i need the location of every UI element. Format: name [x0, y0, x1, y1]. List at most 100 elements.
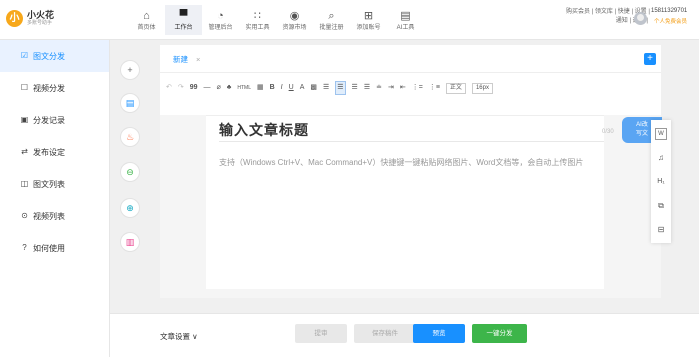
sidebar-item-publish-settings[interactable]: ⇄ 发布设定: [0, 136, 109, 168]
sidebar-item-article-list[interactable]: ◫ 图文列表: [0, 168, 109, 200]
copy-icon[interactable]: ⧉: [655, 200, 667, 212]
market-icon: ◉: [289, 9, 300, 22]
tools-icon: ∷: [254, 9, 261, 22]
fire-icon[interactable]: ♨: [120, 127, 140, 147]
align-center-icon[interactable]: ☰: [335, 81, 346, 95]
title-input[interactable]: 输入文章标题: [219, 120, 604, 142]
video-list-icon: ⊙: [21, 211, 28, 220]
article-list-icon: ◫: [20, 179, 29, 188]
nav-label: AI工具: [396, 24, 415, 31]
help-icon: ?: [22, 243, 27, 252]
home-icon: ⌂: [143, 9, 150, 22]
sidebar-item-label: 分发记录: [33, 115, 65, 125]
unordered-list-icon[interactable]: ⋮≡: [429, 82, 440, 94]
paragraph-select[interactable]: 正文: [445, 82, 466, 94]
nav-label: 管理后台: [208, 24, 233, 31]
sidebar-item-distribute-log[interactable]: ▣ 分发记录: [0, 104, 109, 136]
sidebar-item-article-distribute[interactable]: ☑ 图文分发: [0, 40, 109, 72]
video-distribute-icon: ☐: [20, 83, 29, 92]
add-glyph: +: [127, 65, 133, 75]
nav-register[interactable]: ⌕ 批量注册: [313, 5, 350, 35]
sidebar-item-label: 发布设定: [33, 147, 65, 157]
ai-tools-icon: ▤: [400, 9, 411, 22]
nav-add-account[interactable]: ⊞ 添加账号: [350, 5, 387, 35]
save-draft-button[interactable]: 保存稿件: [354, 324, 416, 343]
article-distribute-icon: ☑: [20, 51, 29, 60]
new-tab-button[interactable]: +: [644, 53, 656, 65]
tab-label: 新建: [173, 55, 188, 64]
sidebar-item-help[interactable]: ? 如何使用: [0, 232, 109, 264]
nav-ai-tools[interactable]: ▤ AI工具: [387, 5, 424, 35]
sidebar-item-label: 图文分发: [33, 51, 65, 61]
image-icon[interactable]: ▦: [257, 82, 264, 94]
format-painter-icon[interactable]: ♣: [227, 82, 232, 94]
sidebar-item-label: 视频分发: [33, 83, 65, 93]
font-color-icon[interactable]: A: [300, 82, 305, 94]
sidebar-item-label: 视频列表: [33, 211, 65, 221]
body-placeholder[interactable]: 支持（Windows Ctrl+V、Mac Command+V）快捷键一键粘贴网…: [219, 155, 594, 170]
add-icon[interactable]: +: [120, 60, 140, 80]
clear-format-icon[interactable]: ⌀: [217, 82, 221, 94]
magnify-icon[interactable]: ⊕: [120, 198, 140, 218]
article-settings-toggle[interactable]: 文章设置 ∨: [160, 331, 198, 342]
submit-review-button[interactable]: 提审: [295, 324, 347, 343]
align-right-icon[interactable]: ☰: [352, 82, 358, 94]
layout-icon[interactable]: ⊟: [655, 224, 667, 236]
nav-market[interactable]: ◉ 资源市场: [276, 5, 313, 35]
sidebar: ☑ 图文分发 ☐ 视频分发 ▣ 分发记录 ⇄ 发布设定 ◫ 图文列表 ⊙ 视频列…: [0, 40, 110, 357]
gift-icon[interactable]: ▥: [120, 232, 140, 252]
sidebar-item-video-list[interactable]: ⊙ 视频列表: [0, 200, 109, 232]
html-icon[interactable]: HTML: [237, 82, 251, 94]
quote-icon[interactable]: 99: [190, 82, 198, 94]
undo-icon[interactable]: ↶: [166, 82, 172, 94]
preview-button[interactable]: 预览: [413, 324, 465, 343]
nav-home[interactable]: ⌂ 首页体: [128, 5, 165, 35]
indent-icon[interactable]: ⇥: [388, 82, 394, 94]
nav-label: 实用工具: [245, 24, 270, 31]
brand-logo[interactable]: 小 小火花 多账号助手: [6, 10, 54, 27]
nav-label: 添加账号: [356, 24, 381, 31]
close-icon[interactable]: ×: [196, 55, 200, 64]
align-left-icon[interactable]: ☰: [323, 82, 329, 94]
document-icon[interactable]: ▤: [120, 93, 140, 113]
logo-icon: 小: [6, 10, 23, 27]
tab-new[interactable]: 新建 ×: [173, 54, 200, 65]
distribute-log-icon: ▣: [20, 115, 29, 124]
redo-icon[interactable]: ↷: [178, 82, 184, 94]
outdent-icon[interactable]: ⇤: [400, 82, 406, 94]
italic-icon[interactable]: I: [281, 82, 283, 94]
nav-tools[interactable]: ∷ 实用工具: [239, 5, 276, 35]
brand-subtitle: 多账号助手: [27, 20, 53, 26]
nav-workbench[interactable]: ▀ 工作台: [165, 5, 202, 35]
nav-manage[interactable]: ◔ 管理后台: [202, 5, 239, 35]
heading-icon[interactable]: H₁: [655, 176, 667, 188]
publish-settings-icon: ⇄: [21, 147, 28, 156]
avatar[interactable]: [634, 12, 647, 25]
nav-label: 首页体: [137, 24, 156, 31]
underline-icon[interactable]: U: [289, 82, 294, 94]
register-icon: ⌕: [328, 9, 335, 22]
bottom-bar: 文章设置 ∨ 提审 保存稿件 预览 一键分发: [110, 313, 699, 357]
editor-toolbar: ↶ ↷ 99 — ⌀ ♣ HTML ▦ B I U A ▩ ☰ ☰ ☰ ☰ ≐ …: [160, 73, 661, 103]
document-glyph: ▤: [125, 97, 135, 108]
music-icon[interactable]: ♫: [655, 152, 667, 164]
font-size-select[interactable]: 16px: [471, 82, 493, 94]
one-click-publish-button[interactable]: 一键分发: [472, 324, 527, 343]
magnify-glyph: ⊕: [126, 202, 134, 213]
line-height-icon[interactable]: ≐: [376, 82, 382, 94]
divider-icon[interactable]: —: [204, 82, 211, 94]
user-phone: 15811329701: [651, 8, 688, 14]
search-doc-glyph: ⊖: [126, 166, 134, 177]
ordered-list-icon[interactable]: ⋮=: [412, 82, 423, 94]
search-doc-icon[interactable]: ⊖: [120, 162, 140, 182]
justify-icon[interactable]: ☰: [364, 82, 370, 94]
sidebar-item-label: 图文列表: [33, 179, 65, 189]
background-color-icon[interactable]: ▩: [310, 82, 317, 94]
top-bar: 小 小火花 多账号助手 ⌂ 首页体 ▀ 工作台 ◔ 管理后台 ∷ 实用工具 ◉ …: [0, 0, 699, 40]
vip-status[interactable]: 个人免费会员: [654, 17, 687, 25]
sidebar-item-video-distribute[interactable]: ☐ 视频分发: [0, 72, 109, 104]
tab-bar: 新建 × +: [160, 45, 661, 73]
word-icon[interactable]: W: [655, 128, 667, 140]
brand-name: 小火花: [27, 10, 55, 20]
bold-icon[interactable]: B: [270, 82, 275, 94]
